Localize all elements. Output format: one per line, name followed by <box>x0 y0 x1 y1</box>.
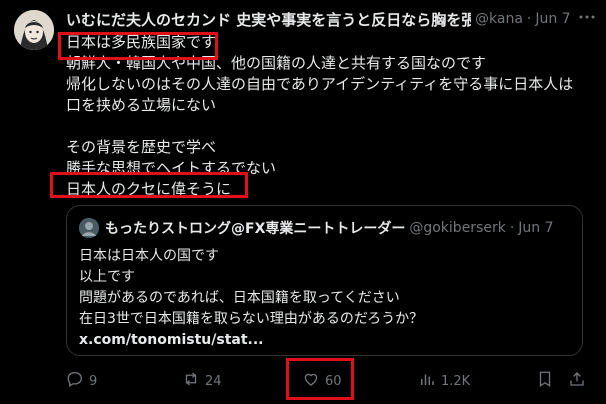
highlight-box <box>286 358 354 400</box>
views-button[interactable]: 1.2K <box>418 370 470 392</box>
reply-icon <box>66 370 89 392</box>
share-button[interactable] <box>568 370 591 392</box>
quote-line: 問題があるのであれば、日本国籍を取ってください <box>79 290 400 306</box>
retweet-count: 24 <box>205 373 222 389</box>
tweet-line: 帰化しないのはその人達の自由でありアイデンティティを守る事に日本人は <box>66 75 574 93</box>
quote-header: もったりストロング@FX専業ニートトレーダー @gokiberserk · Ju… <box>79 218 554 238</box>
quote-link[interactable]: x.com/tonomistu/stat... <box>79 330 423 351</box>
separator-dot: · <box>509 220 515 236</box>
quote-line: 以上です <box>79 269 135 285</box>
highlight-box <box>58 32 218 60</box>
timestamp[interactable]: Jun 7 <box>535 11 570 27</box>
view-count: 1.2K <box>441 373 471 389</box>
quoted-tweet[interactable]: もったりストロング@FX専業ニートトレーダー @gokiberserk · Ju… <box>66 205 583 356</box>
retweet-icon <box>182 370 205 392</box>
quote-handle[interactable]: @gokiberserk <box>409 220 505 236</box>
more-dots-icon[interactable] <box>578 8 596 30</box>
tweet-line <box>66 116 573 137</box>
quote-line: 日本は日本人の国です <box>79 248 219 264</box>
tweet-line: 口を挟める立場にない <box>66 96 217 114</box>
quote-timestamp[interactable]: Jun 7 <box>518 220 553 236</box>
views-icon <box>418 370 441 392</box>
separator-dot: · <box>526 11 532 27</box>
user-handle[interactable]: @kana <box>475 11 523 27</box>
bookmark-icon <box>536 370 559 392</box>
avatar[interactable] <box>14 10 54 50</box>
quote-avatar <box>79 218 99 238</box>
display-name[interactable]: いむにだ夫人のセカンド 史実や事実を言うと反日なら胸を張る <box>66 9 471 30</box>
share-icon <box>568 370 591 392</box>
tweet-line: その背景を歴史で学べ <box>66 138 217 156</box>
quote-display-name[interactable]: もったりストロング@FX専業ニートトレーダー <box>105 218 405 238</box>
bookmark-button[interactable] <box>536 370 559 392</box>
retweet-button[interactable]: 24 <box>182 370 222 392</box>
reply-button[interactable]: 9 <box>66 370 97 392</box>
quote-line: 在日3世で日本国籍を取らない理由があるのだろうか？ <box>79 311 424 327</box>
reply-count: 9 <box>89 373 98 389</box>
highlight-box <box>50 172 248 198</box>
tweet-header: いむにだ夫人のセカンド 史実や事実を言うと反日なら胸を張る @kana · Ju… <box>66 8 596 30</box>
quote-text: 日本は日本人の国です 以上です 問題があるのであれば、日本国籍を取ってください … <box>79 246 423 351</box>
